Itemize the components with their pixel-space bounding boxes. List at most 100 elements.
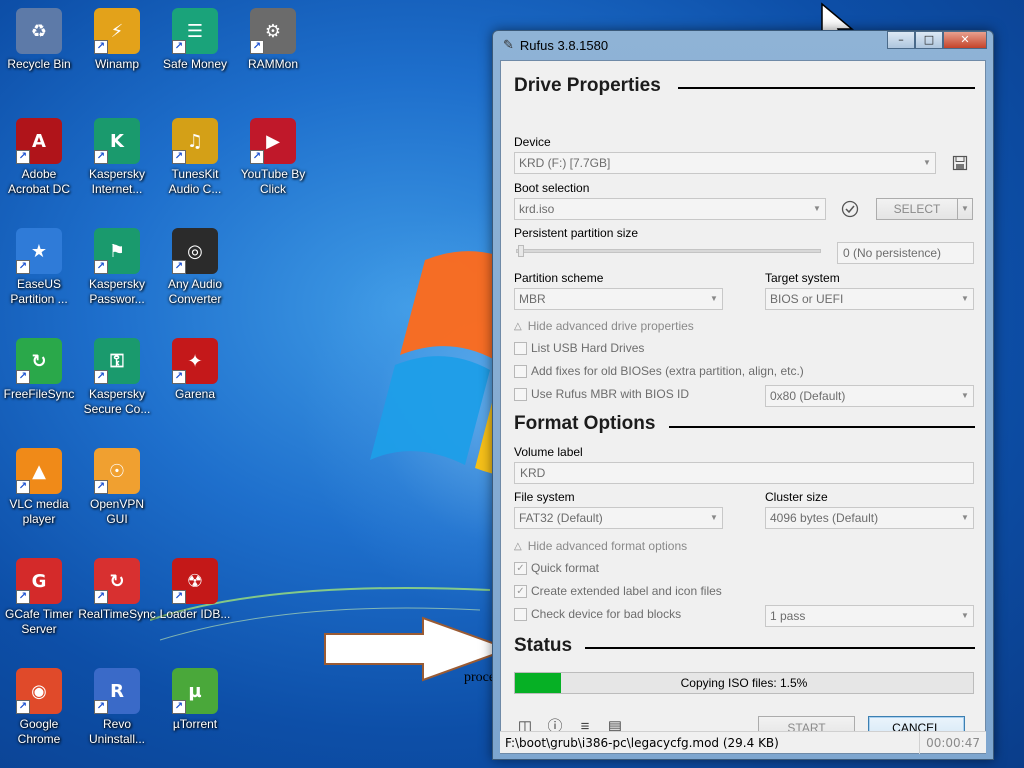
desktop-icon[interactable]: ♻ Recycle Bin	[0, 8, 78, 72]
desktop-icon[interactable]: µ ↗ µTorrent	[156, 668, 234, 732]
maximize-button[interactable]: □	[915, 31, 943, 49]
persistent-size-field[interactable]: 0 (No persistence)	[837, 242, 974, 264]
desktop-icon-label: VLC media player	[9, 497, 69, 526]
hide-advanced-drive-toggle[interactable]: △ Hide advanced drive properties	[514, 319, 694, 333]
add-fixes-label: Add fixes for old BIOSes (extra partitio…	[531, 364, 804, 378]
desktop-icon[interactable]: ⚑ ↗ Kaspersky Passwor...	[78, 228, 156, 307]
desktop-icon[interactable]: ↻ ↗ FreeFileSync	[0, 338, 78, 402]
file-system-select[interactable]: FAT32 (Default) ▼	[514, 507, 723, 529]
desktop-icon[interactable]: G ↗ GCafe Timer Server	[0, 558, 78, 637]
quick-format-checkbox[interactable]: ✓ Quick format	[514, 561, 599, 575]
select-button[interactable]: SELECT	[876, 198, 958, 220]
desktop-icon-label: Loader IDB...	[159, 607, 231, 621]
desktop-icon[interactable]: ↻ ↗ RealTimeSync	[78, 558, 156, 622]
progress-bar: Copying ISO files: 1.5%	[514, 672, 974, 694]
check-circle-icon[interactable]	[841, 200, 859, 218]
desktop-icon[interactable]: ☢ ↗ Loader IDB...	[156, 558, 234, 622]
persistent-partition-label: Persistent partition size	[514, 226, 639, 240]
shortcut-arrow-icon: ↗	[172, 590, 186, 604]
shortcut-arrow-icon: ↗	[94, 370, 108, 384]
chevron-down-icon: ▼	[961, 513, 969, 522]
device-select[interactable]: KRD (F:) [7.7GB] ▼	[514, 152, 936, 174]
kaspersky-secure-icon: ⚿ ↗	[94, 338, 140, 384]
divider	[585, 647, 975, 649]
slider-thumb[interactable]	[518, 245, 524, 257]
checkbox-box[interactable]	[514, 341, 527, 355]
usb-drive-icon: ✎	[503, 37, 514, 53]
minimize-button[interactable]: –	[887, 31, 915, 49]
desktop-icon-label: Recycle Bin	[7, 57, 71, 71]
desktop-icon[interactable]: ♫ ↗ TunesKit Audio C...	[156, 118, 234, 197]
passes-select[interactable]: 1 pass ▼	[765, 605, 974, 627]
shortcut-arrow-icon: ↗	[172, 40, 186, 54]
desktop-icon[interactable]: ★ ↗ EaseUS Partition ...	[0, 228, 78, 307]
bios-id-select[interactable]: 0x80 (Default) ▼	[765, 385, 974, 407]
checkmark-icon[interactable]: ✓	[514, 584, 527, 598]
desktop-icon-label: Safe Money	[162, 57, 228, 71]
desktop-icon[interactable]: ✦ ↗ Garena	[156, 338, 234, 402]
chevron-down-icon: ▼	[961, 611, 969, 620]
checkbox-box[interactable]	[514, 607, 527, 621]
boot-selection-label: Boot selection	[514, 181, 590, 195]
adobe-acrobat-icon: A ↗	[16, 118, 62, 164]
volume-label-field[interactable]: KRD	[514, 462, 974, 484]
chevron-down-icon: ▼	[710, 513, 718, 522]
desktop-icon[interactable]: ☰ ↗ Safe Money	[156, 8, 234, 72]
desktop-icon[interactable]: ◎ ↗ Any Audio Converter	[156, 228, 234, 307]
title-bar[interactable]: ✎ Rufus 3.8.1580 – □ ✕	[493, 31, 993, 59]
hide-advanced-drive-label: Hide advanced drive properties	[527, 319, 694, 333]
vlc-icon: ▲ ↗	[16, 448, 62, 494]
extended-label-checkbox[interactable]: ✓ Create extended label and icon files	[514, 584, 722, 598]
desktop-icon[interactable]: A ↗ Adobe Acrobat DC	[0, 118, 78, 197]
shortcut-arrow-icon: ↗	[172, 260, 186, 274]
cluster-size-select[interactable]: 4096 bytes (Default) ▼	[765, 507, 974, 529]
desktop-icon-label: FreeFileSync	[3, 387, 75, 401]
desktop-icon[interactable]: ◉ ↗ Google Chrome	[0, 668, 78, 747]
persistent-partition-slider[interactable]	[516, 249, 821, 253]
desktop-icon-label: Adobe Acrobat DC	[7, 167, 71, 196]
desktop-icon[interactable]: K ↗ Kaspersky Internet...	[78, 118, 156, 197]
desktop-icon[interactable]: R ↗ Revo Uninstall...	[78, 668, 156, 747]
save-icon[interactable]	[952, 155, 968, 171]
kaspersky-internet-icon: K ↗	[94, 118, 140, 164]
checkbox-box[interactable]	[514, 387, 527, 401]
passes-value: 1 pass	[770, 609, 806, 623]
shortcut-arrow-icon: ↗	[16, 370, 30, 384]
shortcut-arrow-icon: ↗	[94, 480, 108, 494]
window-title: Rufus 3.8.1580	[519, 37, 609, 53]
desktop-icon[interactable]: ▲ ↗ VLC media player	[0, 448, 78, 527]
desktop-icon[interactable]: ☉ ↗ OpenVPN GUI	[78, 448, 156, 527]
rufus-mbr-checkbox[interactable]: Use Rufus MBR with BIOS ID	[514, 387, 689, 401]
hide-advanced-format-toggle[interactable]: △ Hide advanced format options	[514, 539, 687, 553]
shortcut-arrow-icon: ↗	[250, 150, 264, 164]
add-fixes-checkbox[interactable]: Add fixes for old BIOSes (extra partitio…	[514, 364, 804, 378]
rufus-client-area: Drive Properties Device KRD (F:) [7.7GB]…	[500, 60, 986, 754]
cluster-size-value: 4096 bytes (Default)	[770, 511, 879, 525]
desktop-icon[interactable]: ⚙ ↗ RAMMon	[234, 8, 312, 72]
elapsed-time: 00:00:47	[919, 732, 980, 754]
select-dropdown-button[interactable]: ▼	[957, 198, 973, 220]
boot-selection-select[interactable]: krd.iso ▼	[514, 198, 826, 220]
rammon-icon: ⚙ ↗	[250, 8, 296, 54]
close-button[interactable]: ✕	[943, 31, 987, 49]
bad-blocks-checkbox[interactable]: Check device for bad blocks	[514, 607, 681, 621]
freefilesync-icon: ↻ ↗	[16, 338, 62, 384]
status-heading: Status	[514, 635, 573, 656]
list-usb-checkbox[interactable]: List USB Hard Drives	[514, 341, 644, 355]
chevron-down-icon: ▼	[961, 204, 969, 213]
desktop-icon[interactable]: ⚿ ↗ Kaspersky Secure Co...	[78, 338, 156, 417]
quick-format-label: Quick format	[531, 561, 600, 575]
shortcut-arrow-icon: ↗	[94, 260, 108, 274]
desktop-icon[interactable]: ▶ ↗ YouTube By Click	[234, 118, 312, 197]
shortcut-arrow-icon: ↗	[16, 700, 30, 714]
checkmark-icon[interactable]: ✓	[514, 561, 527, 575]
checkbox-box[interactable]	[514, 364, 527, 378]
shortcut-arrow-icon: ↗	[94, 700, 108, 714]
desktop-icon-label: µTorrent	[172, 717, 218, 731]
garena-icon: ✦ ↗	[172, 338, 218, 384]
partition-scheme-select[interactable]: MBR ▼	[514, 288, 723, 310]
target-system-select[interactable]: BIOS or UEFI ▼	[765, 288, 974, 310]
desktop-icon-label: RAMMon	[247, 57, 298, 71]
desktop-icon[interactable]: ⚡ ↗ Winamp	[78, 8, 156, 72]
tuneskit-icon: ♫ ↗	[172, 118, 218, 164]
